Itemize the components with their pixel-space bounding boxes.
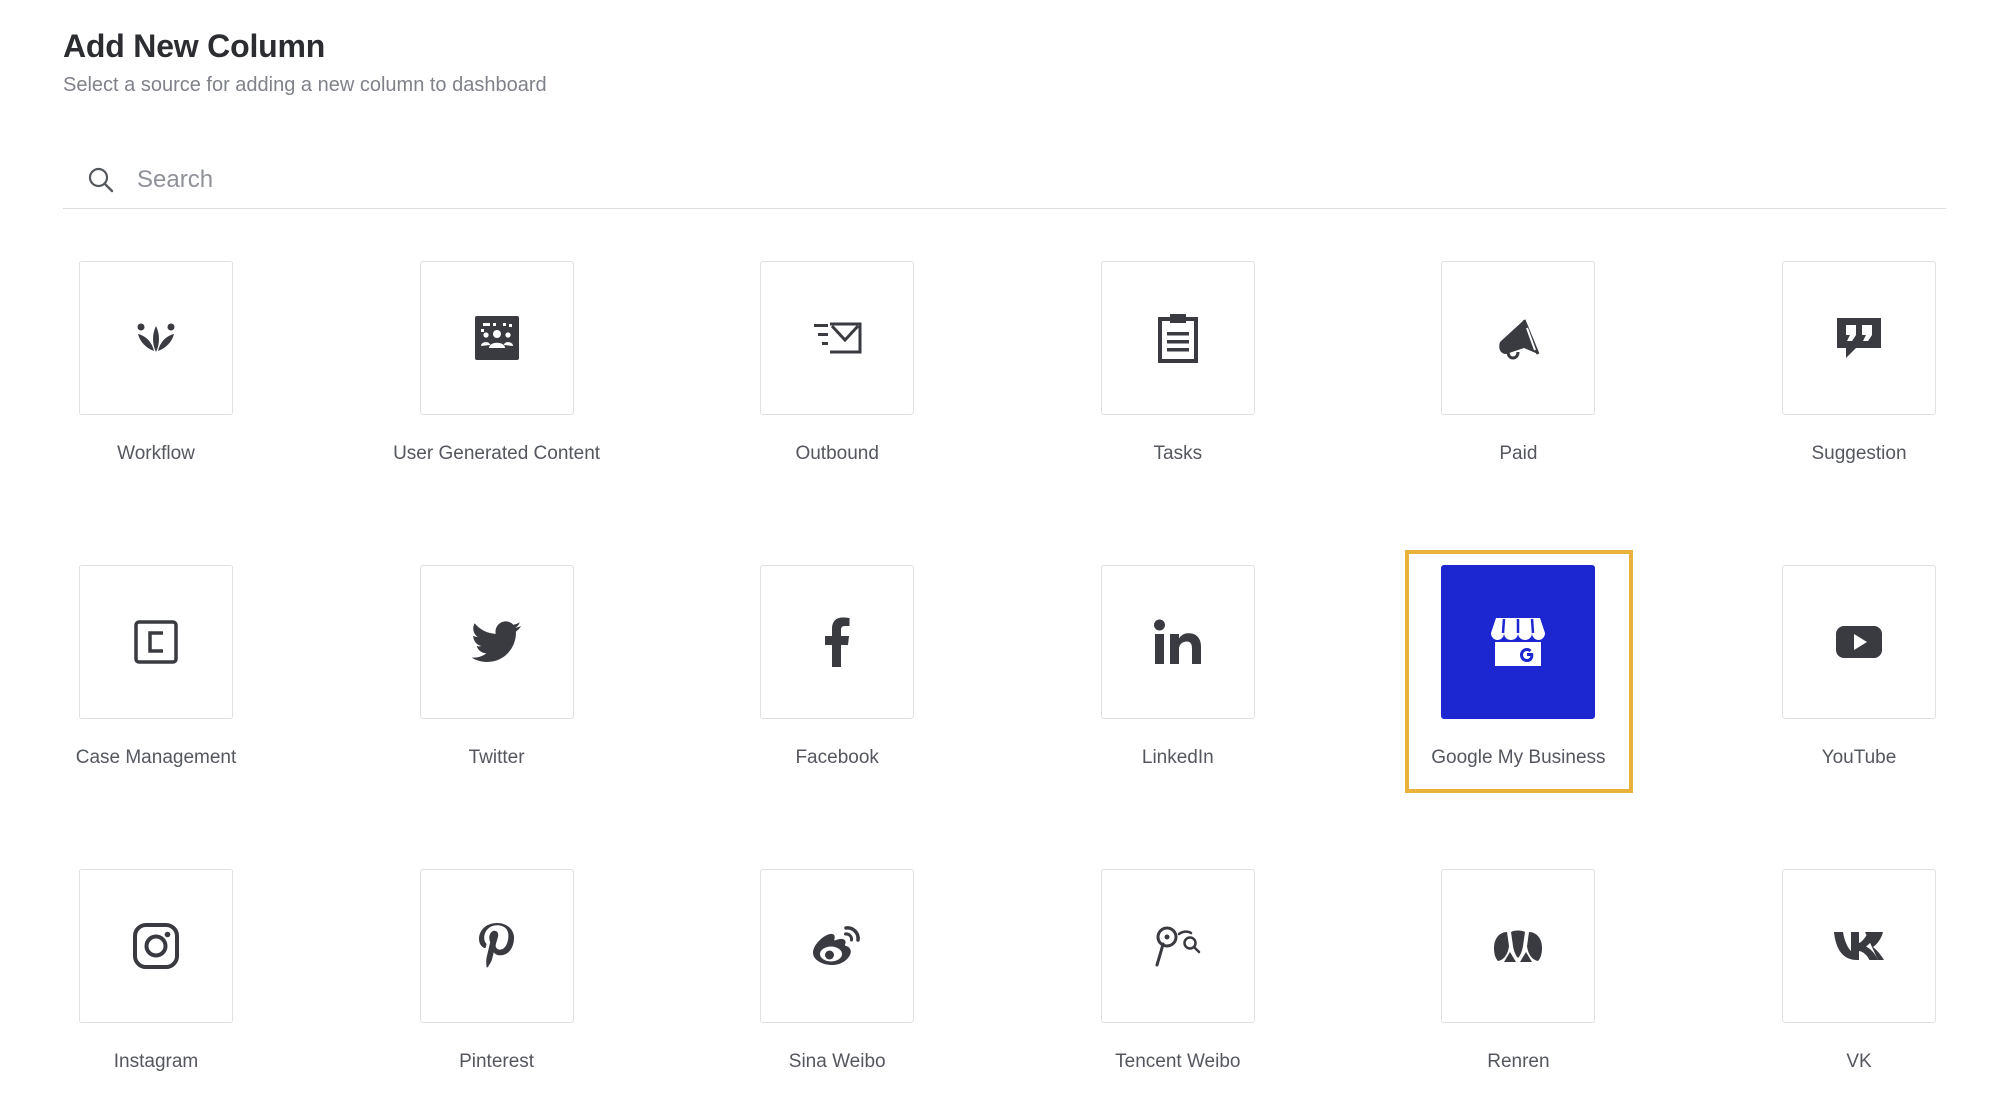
source-tile-button[interactable] [1100,869,1255,1023]
source-tile-button[interactable] [1441,869,1596,1023]
source-tile-button[interactable] [1782,869,1936,1023]
source-tile-label: Outbound [795,443,879,464]
page-title: Add New Column [63,28,326,64]
source-tile-label: Case Management [75,747,237,768]
source-tile[interactable]: Google My Business [1425,565,1625,785]
source-tile-label: YouTube [1821,747,1897,768]
source-tile[interactable]: Outbound [744,261,944,481]
tencent-weibo-icon [1153,925,1203,967]
source-tile-label: Facebook [795,747,879,768]
renren-icon [1492,928,1544,964]
ugc-icon [473,314,521,362]
source-tile-label: Tencent Weibo [1115,1051,1241,1072]
facebook-icon [823,617,851,667]
search-icon [87,166,115,194]
source-tile-button[interactable] [419,261,574,415]
source-tile-label: Twitter [468,747,525,768]
linkedin-icon [1153,619,1203,665]
sina-weibo-icon [812,924,862,968]
source-tile-button[interactable] [1782,261,1936,415]
source-tile-label: Tasks [1153,443,1203,464]
source-tile[interactable]: Workflow [63,261,263,481]
source-tile[interactable]: Suggestion [1766,261,1966,481]
instagram-icon [132,922,180,970]
source-tile-label: Sina Weibo [788,1051,886,1072]
source-tile-label: Workflow [117,443,195,464]
source-tile-button[interactable] [760,869,915,1023]
source-tile[interactable]: Twitter [404,565,604,785]
source-tile[interactable]: Paid [1425,261,1625,481]
quote-bubble-icon [1834,313,1884,363]
search-bar [63,152,1946,209]
twitter-icon [471,621,522,663]
case-icon [133,619,179,665]
megaphone-icon [1494,314,1542,362]
source-tile[interactable]: Instagram [63,869,263,1089]
source-tile[interactable]: Tasks [1085,261,1285,481]
source-tile-label: Pinterest [459,1051,535,1072]
source-tile[interactable]: Tencent Weibo [1085,869,1285,1089]
source-tile-button[interactable] [1100,261,1255,415]
source-tile-button[interactable] [79,869,233,1023]
source-tile-label: Instagram [113,1051,199,1072]
source-tile-button[interactable] [1441,261,1596,415]
source-tile-label: User Generated Content [393,443,601,464]
source-tile[interactable]: Case Management [63,565,263,785]
search-input[interactable] [135,165,1639,195]
clipboard-icon [1156,313,1200,363]
youtube-icon [1835,625,1883,659]
source-tile[interactable]: Renren [1425,869,1625,1089]
source-tile[interactable]: Pinterest [404,869,604,1089]
add-column-panel: Add New Column Select a source for addin… [63,26,1946,1072]
workflow-icon [132,318,180,358]
source-tile-label: Paid [1499,443,1538,464]
source-tile-button[interactable] [1782,565,1936,719]
source-tile-label: VK [1846,1051,1872,1072]
source-tile[interactable]: Sina Weibo [744,869,944,1089]
outbound-icon [812,320,862,356]
source-tile[interactable]: Facebook [744,565,944,785]
source-tile-button[interactable] [79,261,233,415]
source-tile-button[interactable] [1100,565,1255,719]
vk-icon [1833,930,1885,962]
source-tile[interactable]: LinkedIn [1085,565,1285,785]
source-tile[interactable]: YouTube [1766,565,1966,785]
source-tile[interactable]: User Generated Content [393,261,604,481]
source-tile-button[interactable] [1441,565,1596,719]
source-tile-label: LinkedIn [1141,747,1214,768]
page-subtitle: Select a source for adding a new column … [63,74,547,96]
source-tile-label: Renren [1487,1051,1550,1072]
source-tile-button[interactable] [79,565,233,719]
source-tile-label: Suggestion [1811,443,1907,464]
source-tile-button[interactable] [760,565,915,719]
source-tile[interactable]: VK [1766,869,1966,1089]
google-my-business-icon [1490,616,1546,668]
source-tile-button[interactable] [419,565,574,719]
source-tile-button[interactable] [760,261,915,415]
pinterest-icon [477,921,517,971]
source-tile-label: Google My Business [1431,747,1606,768]
source-tile-button[interactable] [419,869,574,1023]
